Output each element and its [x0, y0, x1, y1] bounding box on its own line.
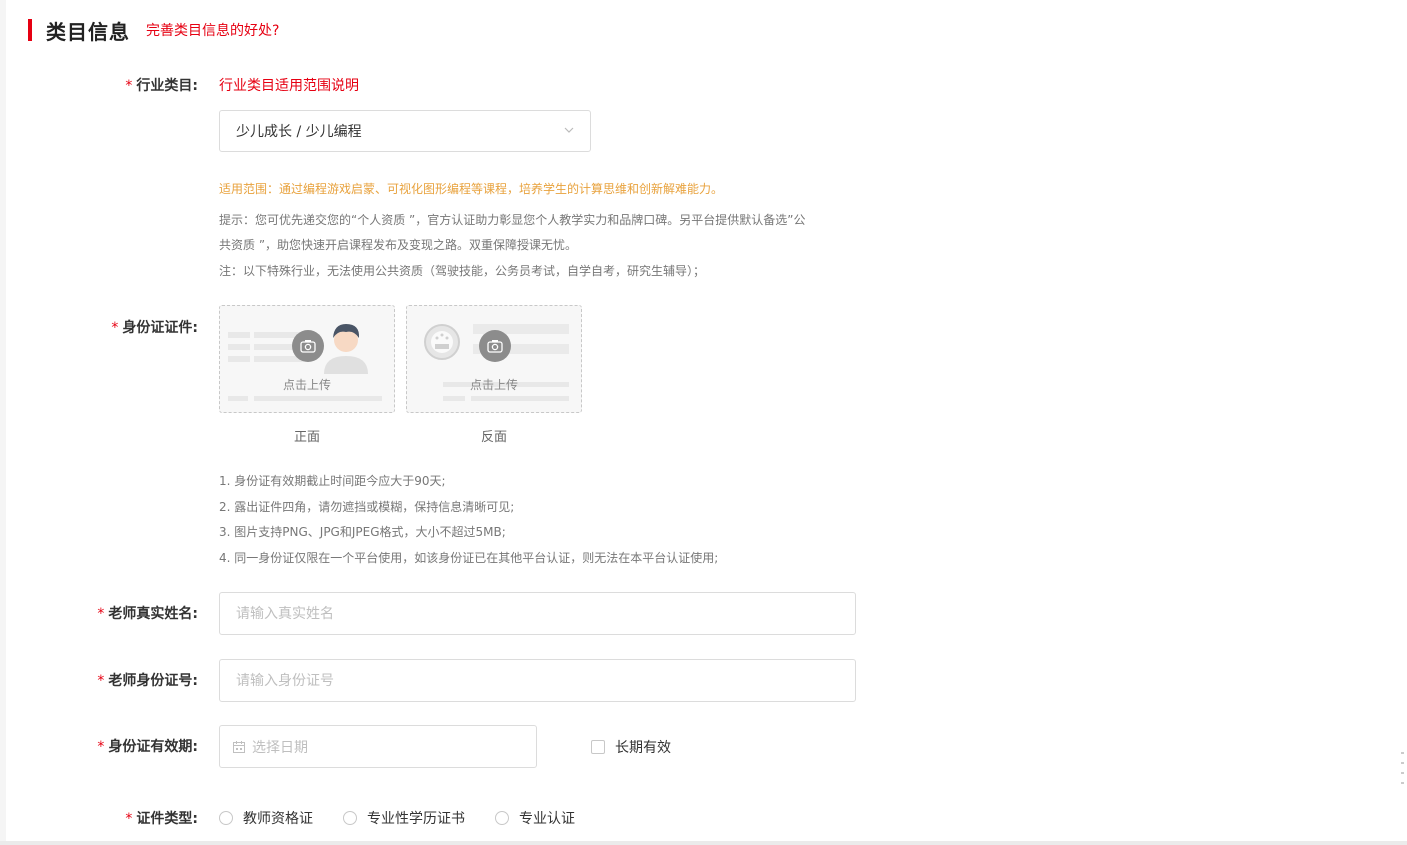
id-rule-4: 4. 同一身份证仅限在一个平台使用，如该身份证已在其他平台认证，则无法在本平台认… — [219, 551, 719, 565]
chevron-down-icon — [564, 127, 574, 133]
section-header: 类目信息 完善类目信息的好处? — [28, 17, 279, 44]
back-caption: 反面 — [480, 430, 507, 445]
validity-label: * 身份证有效期: — [0, 736, 198, 756]
teacher-name-label: * 老师真实姓名: — [0, 603, 198, 623]
industry-label: * 行业类目: — [0, 75, 198, 95]
benefits-link[interactable]: 完善类目信息的好处? — [146, 20, 279, 40]
upload-text: 点击上传 — [469, 378, 518, 392]
teacher-name-label-text: 老师真实姓名: — [108, 606, 198, 622]
id-card-label: * 身份证证件: — [0, 317, 198, 337]
radio-circle[interactable] — [495, 811, 509, 825]
section-accent-bar — [28, 19, 32, 41]
teacher-id-input[interactable] — [219, 659, 856, 702]
id-front-upload[interactable]: 点击上传 — [219, 305, 395, 413]
section-title: 类目信息 — [46, 19, 130, 44]
radio-professional-cert[interactable]: 专业认证 — [495, 808, 575, 828]
radio-circle[interactable] — [219, 811, 233, 825]
industry-select[interactable]: 少儿成长 / 少儿编程 — [219, 110, 591, 152]
id-back-upload[interactable]: 点击上传 — [406, 305, 582, 413]
required-mark: * — [125, 811, 133, 827]
radio-circle[interactable] — [343, 811, 357, 825]
category-info-panel: 类目信息 完善类目信息的好处? * 行业类目: 行业类目适用范围说明 少儿成长 /… — [6, 0, 1407, 841]
radio-label: 专业性学历证书 — [367, 811, 465, 827]
required-mark: * — [97, 606, 105, 622]
required-mark: * — [97, 739, 105, 755]
industry-selected-value: 少儿成长 / 少儿编程 — [236, 124, 362, 140]
cert-type-radio-group: 教师资格证 专业性学历证书 专业认证 — [219, 808, 605, 828]
radio-academic-cert[interactable]: 专业性学历证书 — [343, 808, 465, 828]
camera-icon — [479, 330, 511, 362]
upload-text: 点击上传 — [282, 378, 331, 392]
date-placeholder: 选择日期 — [252, 739, 308, 756]
teacher-name-input[interactable] — [219, 592, 856, 635]
calendar-icon — [233, 740, 245, 753]
teacher-id-label-text: 老师身份证号: — [108, 673, 198, 689]
radio-label: 专业认证 — [519, 811, 575, 827]
teacher-id-label: * 老师身份证号: — [0, 670, 198, 690]
validity-label-text: 身份证有效期: — [108, 739, 198, 755]
cert-type-label-text: 证件类型: — [136, 811, 198, 827]
industry-tip-line2: 共资质 ”，助您快速开启课程发布及变现之路。双重保障授课无忧。 — [219, 238, 578, 252]
front-caption: 正面 — [293, 430, 320, 445]
required-mark: * — [111, 320, 119, 336]
industry-label-text: 行业类目: — [136, 78, 198, 94]
id-card-label-text: 身份证证件: — [122, 320, 198, 336]
bottom-divider — [0, 841, 1407, 845]
camera-icon — [292, 330, 324, 362]
edge-scroll-marks — [1401, 752, 1405, 792]
validity-date-picker[interactable]: 选择日期 — [219, 725, 537, 768]
cert-type-label: * 证件类型: — [0, 808, 198, 828]
industry-scope-note: 适用范围：通过编程游戏启蒙、可视化图形编程等课程，培养学生的计算思维和创新解难能… — [219, 182, 724, 196]
radio-teacher-cert[interactable]: 教师资格证 — [219, 808, 313, 828]
radio-label: 教师资格证 — [243, 811, 313, 827]
long-term-checkbox[interactable]: 长期有效 — [591, 737, 671, 757]
long-term-label: 长期有效 — [615, 740, 671, 756]
industry-scope-link[interactable]: 行业类目适用范围说明 — [219, 75, 359, 95]
id-rule-2: 2. 露出证件四角，请勿遮挡或模糊，保持信息清晰可见; — [219, 500, 515, 514]
industry-tip-line1: 提示：您可优先递交您的“个人资质 ”，官方认证助力彰显您个人教学实力和品牌口碑。… — [219, 213, 806, 227]
id-rule-3: 3. 图片支持PNG、JPG和JPEG格式，大小不超过5MB; — [219, 525, 506, 539]
checkbox-box[interactable] — [591, 740, 605, 754]
required-mark: * — [125, 78, 133, 94]
industry-tip-line3: 注：以下特殊行业，无法使用公共资质（驾驶技能，公务员考试，自学自考，研究生辅导）… — [219, 264, 706, 278]
id-rule-1: 1. 身份证有效期截止时间距今应大于90天; — [219, 474, 446, 488]
required-mark: * — [97, 673, 105, 689]
